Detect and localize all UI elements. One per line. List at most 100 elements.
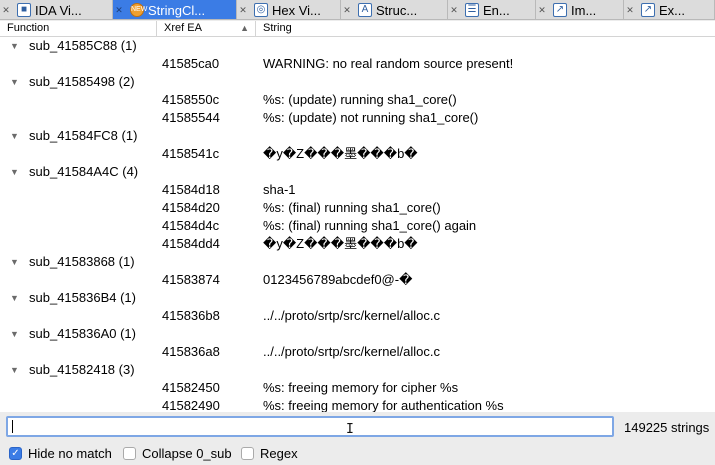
function-name: sub_41584A4C (4) — [29, 164, 139, 179]
collapse-0-sub-label: Collapse 0_sub — [142, 445, 232, 461]
expand-triangle-icon[interactable]: ▼ — [10, 163, 19, 181]
search-input[interactable] — [6, 416, 614, 437]
string-value: %s: (update) not running sha1_core() — [263, 110, 479, 125]
function-name: sub_415836B4 (1) — [29, 290, 136, 305]
string-value: ../../proto/srtp/src/kernel/alloc.c — [263, 308, 441, 323]
string-row[interactable]: 41584dd4 �y�Z���墨���b� — [0, 235, 715, 253]
string-value: %s: freeing memory for authentication %s — [263, 398, 504, 412]
close-tab-icon[interactable]: ✕ — [342, 5, 352, 15]
tab-label: StringCl... — [148, 2, 206, 18]
text-caret — [12, 420, 13, 433]
structures-icon: A — [358, 3, 372, 17]
function-group-row[interactable]: ▼ sub_41585C88 (1) — [0, 37, 715, 55]
string-row[interactable]: 41584d20 %s: (final) running sha1_core() — [0, 199, 715, 217]
function-group-row[interactable]: ▼ sub_41584FC8 (1) — [0, 127, 715, 145]
function-group-row[interactable]: ▼ sub_41585498 (2) — [0, 73, 715, 91]
string-value: WARNING: no real random source present! — [263, 56, 514, 71]
function-name: sub_415836A0 (1) — [29, 326, 136, 341]
sort-ascending-icon: ▲ — [240, 23, 249, 33]
options-bar: ✓ Hide no match Collapse 0_sub Regex — [0, 441, 715, 465]
string-value: ../../proto/srtp/src/kernel/alloc.c — [263, 344, 441, 359]
expand-triangle-icon[interactable]: ▼ — [10, 325, 19, 343]
string-row[interactable]: 415836b8 ../../proto/srtp/src/kernel/allo… — [0, 307, 715, 325]
column-header-xref[interactable]: Xref EA ▲ — [157, 21, 256, 37]
hex-view-icon: ◎ — [254, 3, 268, 17]
string-row[interactable]: 4158550c %s: (update) running sha1_core() — [0, 91, 715, 109]
string-row[interactable]: 4158541c �y�Z���墨���b� — [0, 145, 715, 163]
hide-no-match-checkbox[interactable]: ✓ — [9, 446, 22, 460]
search-bar: I 149225 strings — [0, 412, 715, 440]
expand-triangle-icon[interactable]: ▼ — [10, 37, 19, 55]
string-row[interactable]: 41583874 0123456789abcdef0@-� — [0, 271, 715, 289]
ibeam-cursor-icon: I — [346, 422, 354, 437]
string-value: %s: (final) running sha1_core() — [263, 200, 441, 215]
string-value: sha-1 — [263, 182, 296, 197]
string-row[interactable]: 41582450 %s: freeing memory for cipher %s — [0, 379, 715, 397]
tab-exports[interactable]: ✕ ↗ Ex... — [624, 0, 715, 19]
regex-label: Regex — [260, 445, 298, 461]
function-group-row[interactable]: ▼ sub_41584A4C (4) — [0, 163, 715, 181]
collapse-0-sub-checkbox[interactable] — [123, 446, 136, 460]
tab-label: Im... — [571, 2, 597, 18]
function-group-row[interactable]: ▼ sub_415836A0 (1) — [0, 325, 715, 343]
expand-triangle-icon[interactable]: ▼ — [10, 73, 19, 91]
string-value: %s: freeing memory for cipher %s — [263, 380, 459, 395]
string-value: %s: (final) running sha1_core() again — [263, 218, 477, 233]
string-row[interactable]: 41585ca0 WARNING: no real random source p… — [0, 55, 715, 73]
xref-address: 41584dd4 — [162, 236, 220, 251]
function-group-row[interactable]: ▼ sub_41582418 (3) — [0, 361, 715, 379]
tab-label: IDA Vi... — [35, 2, 82, 18]
close-tab-icon[interactable]: ✕ — [625, 5, 635, 15]
xref-address: 41584d18 — [162, 182, 220, 197]
function-name: sub_41583868 (1) — [29, 254, 135, 269]
tab-imports[interactable]: ✕ ↗ Im... — [536, 0, 624, 19]
close-tab-icon[interactable]: ✕ — [449, 5, 459, 15]
xref-address: 4158541c — [162, 146, 220, 161]
column-header-function[interactable]: Function — [0, 21, 157, 37]
tab-label: En... — [483, 2, 510, 18]
string-value: %s: (update) running sha1_core() — [263, 92, 457, 107]
regex-checkbox[interactable] — [241, 446, 254, 460]
enums-icon: ☰ — [465, 3, 479, 17]
string-row[interactable]: 41584d4c %s: (final) running sha1_core() … — [0, 217, 715, 235]
imports-icon: ↗ — [553, 3, 567, 17]
tab-hex-view[interactable]: ✕ ◎ Hex Vi... — [237, 0, 341, 19]
string-row[interactable]: 41585544 %s: (update) not running sha1_co… — [0, 109, 715, 127]
string-row[interactable]: 41582490 %s: freeing memory for authentic… — [0, 397, 715, 412]
close-tab-icon[interactable]: ✕ — [238, 5, 248, 15]
ida-view-icon: ■ — [17, 3, 31, 17]
string-tree-list[interactable]: ▼ sub_41585C88 (1) 41585ca0 WARNING: no rea… — [0, 37, 715, 412]
tab-ida-view[interactable]: ✕ ■ IDA Vi... — [0, 0, 113, 19]
xref-address: 41582450 — [162, 380, 220, 395]
hide-no-match-option[interactable]: ✓ Hide no match — [9, 445, 112, 461]
xref-address: 41585ca0 — [162, 56, 220, 71]
xref-address: 41584d4c — [162, 218, 220, 233]
expand-triangle-icon[interactable]: ▼ — [10, 289, 19, 307]
function-name: sub_41585498 (2) — [29, 74, 135, 89]
expand-triangle-icon[interactable]: ▼ — [10, 253, 19, 271]
column-header-string[interactable]: String — [256, 21, 715, 37]
xref-address: 41582490 — [162, 398, 220, 412]
stringcluster-plugin-icon: NEW — [130, 3, 147, 17]
xref-address: 4158550c — [162, 92, 220, 107]
close-tab-icon[interactable]: ✕ — [1, 5, 11, 15]
tab-enums[interactable]: ✕ ☰ En... — [448, 0, 536, 19]
function-group-row[interactable]: ▼ sub_415836B4 (1) — [0, 289, 715, 307]
tab-stringcluster[interactable]: ✕ NEW StringCl... — [113, 0, 237, 19]
function-group-row[interactable]: ▼ sub_41583868 (1) — [0, 253, 715, 271]
close-tab-icon[interactable]: ✕ — [537, 5, 547, 15]
string-count: 149225 strings — [624, 420, 710, 435]
column-header: Function Xref EA ▲ String — [0, 21, 715, 37]
column-header-xref-label: Xref EA — [164, 22, 202, 34]
expand-triangle-icon[interactable]: ▼ — [10, 361, 19, 379]
xref-address: 415836b8 — [162, 308, 220, 323]
tab-structures[interactable]: ✕ A Struc... — [341, 0, 448, 19]
regex-option[interactable]: Regex — [241, 445, 298, 461]
string-value: 0123456789abcdef0@-� — [263, 272, 413, 287]
close-tab-icon[interactable]: ✕ — [114, 5, 124, 15]
string-row[interactable]: 415836a8 ../../proto/srtp/src/kernel/allo… — [0, 343, 715, 361]
collapse-0-sub-option[interactable]: Collapse 0_sub — [123, 445, 232, 461]
hide-no-match-label: Hide no match — [28, 445, 112, 461]
expand-triangle-icon[interactable]: ▼ — [10, 127, 19, 145]
string-row[interactable]: 41584d18 sha-1 — [0, 181, 715, 199]
